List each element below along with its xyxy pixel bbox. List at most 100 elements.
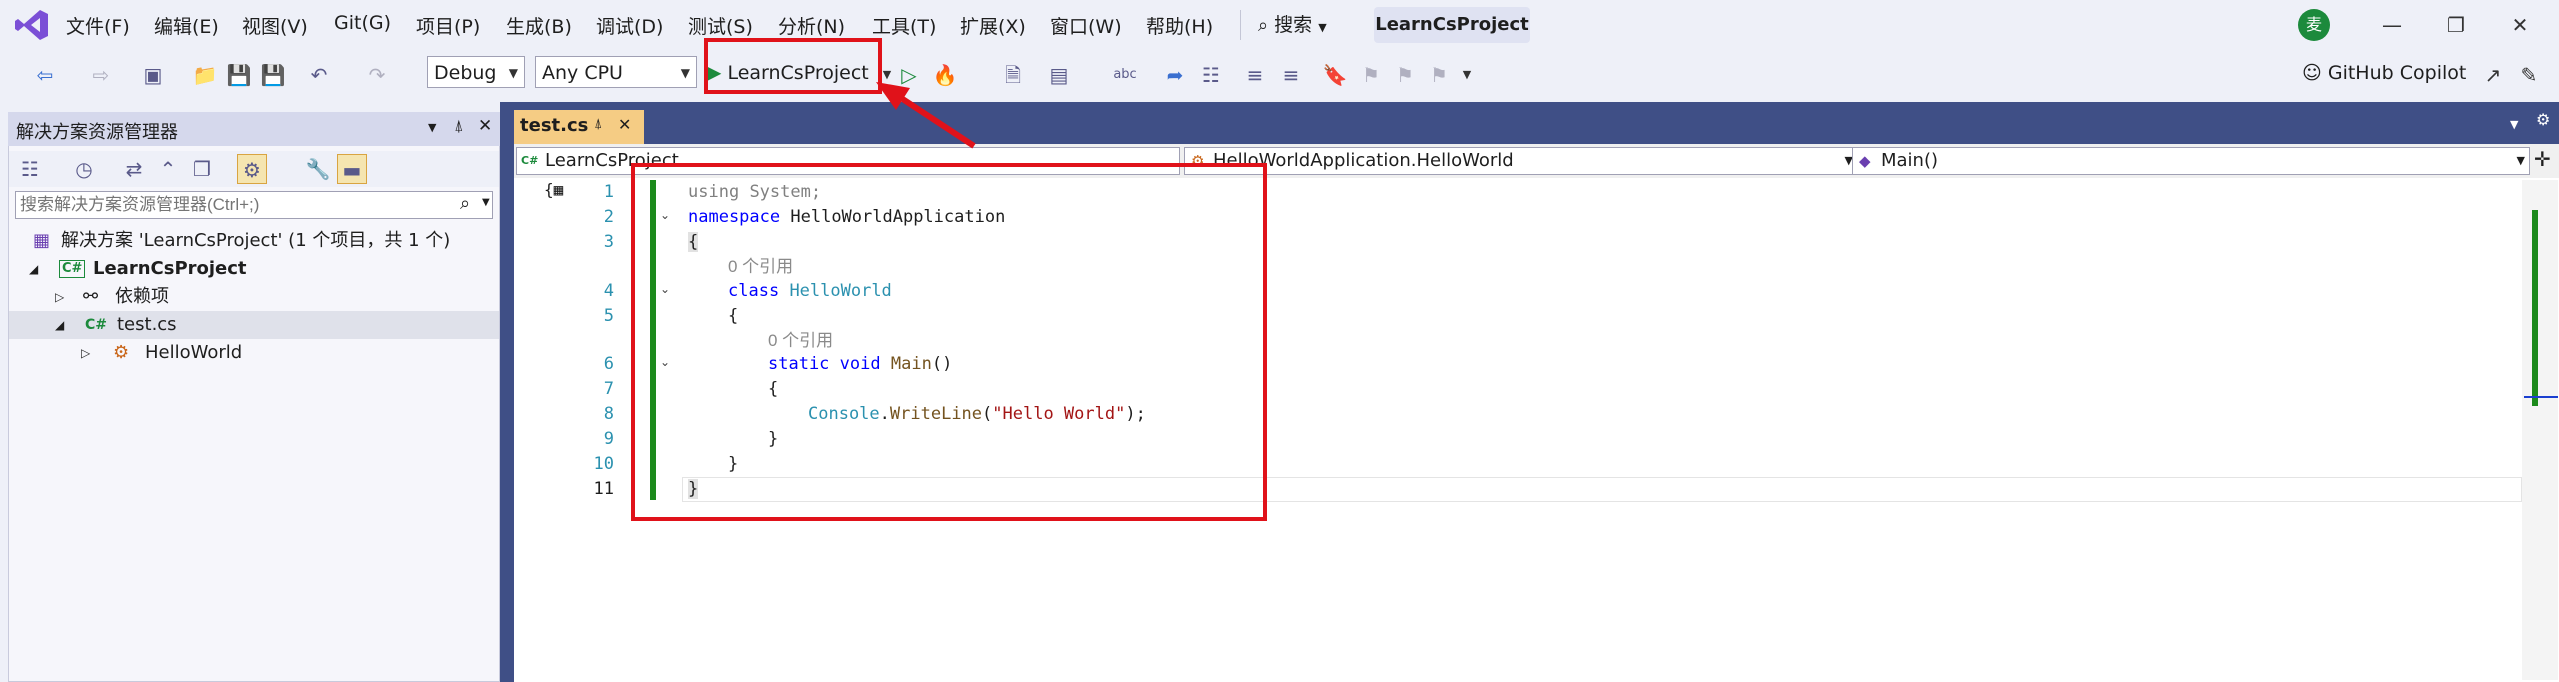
search-label: 搜索 — [1274, 14, 1313, 36]
csharp-project-icon: C# — [521, 154, 539, 167]
switch-views-icon[interactable]: ☷ — [15, 154, 45, 184]
format-icon[interactable]: ☷ — [1196, 60, 1226, 90]
solution-explorer-toolbar: ☷ ◷ ⇄ ⌃ ❐ ⚙ 🔧 ▬ — [9, 151, 499, 187]
configuration-value: Debug — [434, 62, 497, 84]
line-number: 6 — [603, 354, 614, 374]
close-panel-icon[interactable]: ✕ — [478, 116, 492, 136]
panel-options-icon[interactable]: ▼ — [428, 121, 436, 134]
save-all-icon[interactable]: 💾 — [258, 60, 288, 90]
menu-help[interactable]: 帮助(H) — [1146, 12, 1213, 39]
step-into-icon[interactable]: ➦ — [1160, 60, 1190, 90]
feedback-icon[interactable]: ✎ — [2514, 60, 2544, 90]
tree-item-helloworld[interactable]: ▷ ⚙ HelloWorld — [9, 339, 499, 367]
tab-pin-icon[interactable]: ⍋ — [594, 116, 602, 132]
solution-explorer-panel: ☷ ◷ ⇄ ⌃ ❐ ⚙ 🔧 ▬ ⌕ ▼ ▦ 解决方案 'LearnCsProje… — [8, 112, 500, 682]
tree-item-solution[interactable]: ▦ 解决方案 'LearnCsProject' (1 个项目，共 1 个) — [9, 227, 499, 255]
tab-label: test.cs — [520, 115, 589, 136]
expanded-arrow-icon: ◢ — [55, 318, 65, 332]
solution-search-field[interactable]: ⌕ ▼ — [15, 191, 493, 219]
menu-file[interactable]: 文件(F) — [66, 12, 130, 39]
configuration-select[interactable]: Debug ▼ — [427, 56, 525, 88]
minimize-button[interactable]: — — [2372, 8, 2412, 42]
tab-list-icon[interactable]: ▼ — [2510, 118, 2518, 131]
menu-analyze[interactable]: 分析(N) — [778, 12, 845, 39]
preview-icon[interactable]: ▬ — [337, 154, 367, 184]
properties-icon[interactable]: 🔧 — [303, 154, 333, 184]
collapsed-arrow-icon: ▷ — [55, 290, 65, 304]
toolbar: ⇦ ⇨ ▣ 📁 💾 💾 ↶ ↷ Debug ▼ Any CPU ▼ ▶ Lear… — [0, 50, 2559, 102]
menu-window[interactable]: 窗口(W) — [1050, 12, 1122, 39]
settings-gear-icon[interactable]: ⚙ — [2536, 110, 2550, 129]
solution-explorer-title-bar: 解决方案资源管理器 ▼ ⍋ ✕ — [8, 112, 500, 146]
class-icon: ⚙ — [113, 342, 130, 363]
close-window-button[interactable]: ✕ — [2500, 8, 2540, 42]
separator — [1240, 10, 1241, 40]
menu-bar: 文件(F) 编辑(E) 视图(V) Git(G) 项目(P) 生成(B) 调试(… — [0, 0, 2559, 50]
open-folder-icon[interactable]: 📁 — [190, 60, 220, 90]
split-editor-icon[interactable]: ✛ — [2534, 147, 2551, 171]
new-project-icon[interactable]: ▣ — [138, 60, 168, 90]
show-all-files-icon[interactable]: ❐ — [187, 154, 217, 184]
layout-icon[interactable]: ▤ — [1044, 60, 1074, 90]
filter-icon[interactable]: ⚙ — [237, 154, 267, 184]
avatar-initial: 麦 — [2305, 15, 2322, 34]
menu-project[interactable]: 项目(P) — [416, 12, 480, 39]
prev-bookmark-icon[interactable]: ⚑ — [1356, 60, 1386, 90]
collapse-all-icon[interactable]: ⌃ — [153, 154, 183, 184]
annotation-arrow — [876, 82, 976, 149]
project-title: LearnCsProject — [1375, 14, 1529, 35]
next-bookmark-icon[interactable]: ⚑ — [1390, 60, 1420, 90]
document-tab-strip: ▼ ⚙ — [514, 102, 2559, 144]
tree-item-test-cs[interactable]: ◢ C# test.cs — [9, 311, 499, 339]
nav-member-dropdown[interactable]: ◆ Main() ▼ — [1852, 147, 2530, 175]
avatar[interactable]: 麦 — [2298, 9, 2330, 41]
tab-close-icon[interactable]: ✕ — [618, 115, 631, 134]
clear-bookmarks-icon[interactable]: ⚑ — [1424, 60, 1454, 90]
menu-git[interactable]: Git(G) — [334, 12, 391, 34]
github-copilot-button[interactable]: ☺ GitHub Copilot — [2302, 58, 2466, 88]
menu-test[interactable]: 测试(S) — [688, 12, 753, 39]
solution-search-input[interactable] — [18, 193, 452, 217]
visual-studio-logo-icon — [14, 8, 50, 42]
menu-edit[interactable]: 编辑(E) — [154, 12, 219, 39]
back-icon[interactable]: ⇦ — [30, 60, 60, 90]
browse-icon[interactable]: 🗎 — [998, 60, 1028, 90]
line-number: 4 — [603, 281, 614, 301]
tree-item-dependencies[interactable]: ▷ ⚯ 依赖项 — [9, 283, 499, 311]
tree-item-project[interactable]: ◢ C# LearnCsProject — [9, 255, 499, 283]
save-icon[interactable]: 💾 — [224, 60, 254, 90]
nav-class-dropdown[interactable]: ⚙ HelloWorldApplication.HelloWorld ▼ — [1184, 147, 1858, 175]
uncomment-icon[interactable]: ≡ — [1276, 60, 1306, 90]
search-button[interactable]: ⌕ 搜索 ▼ — [1258, 10, 1327, 40]
toolbar-overflow-icon[interactable]: ▼ — [1452, 60, 1482, 90]
forward-icon[interactable]: ⇨ — [86, 60, 116, 90]
bookmark-icon[interactable]: 🔖 — [1320, 60, 1350, 90]
line-number: 10 — [593, 454, 614, 474]
copilot-icon: ☺ — [2302, 62, 2322, 84]
undo-icon[interactable]: ↶ — [304, 60, 334, 90]
sync-icon[interactable]: ⇄ — [119, 154, 149, 184]
annotation-box-start-button — [704, 38, 882, 94]
nav-member-label: Main() — [1881, 150, 1939, 171]
menu-view[interactable]: 视图(V) — [242, 12, 308, 39]
tree-item-label: 依赖项 — [115, 286, 169, 307]
panel-splitter[interactable] — [500, 102, 514, 682]
vertical-scrollbar[interactable] — [2522, 180, 2558, 680]
menu-tools[interactable]: 工具(T) — [872, 12, 936, 39]
solution-icon: ▦ — [33, 230, 51, 251]
pin-icon[interactable]: ⍋ — [454, 116, 464, 136]
tab-test-cs[interactable]: test.cs ⍋ ✕ — [514, 110, 644, 144]
restore-button[interactable]: ❐ — [2436, 8, 2476, 42]
line-number: 2 — [603, 207, 614, 227]
share-icon[interactable]: ↗ — [2478, 60, 2508, 90]
chevron-down-icon[interactable]: ▼ — [482, 197, 490, 208]
menu-extensions[interactable]: 扩展(X) — [960, 12, 1026, 39]
menu-build[interactable]: 生成(B) — [506, 12, 572, 39]
history-icon[interactable]: ◷ — [69, 154, 99, 184]
redo-icon[interactable]: ↷ — [362, 60, 392, 90]
line-number: 1 — [603, 182, 614, 202]
menu-debug[interactable]: 调试(D) — [596, 12, 663, 39]
comment-icon[interactable]: ≡ — [1240, 60, 1270, 90]
platform-select[interactable]: Any CPU ▼ — [535, 56, 697, 88]
spellcheck-icon[interactable]: abc — [1110, 60, 1140, 90]
